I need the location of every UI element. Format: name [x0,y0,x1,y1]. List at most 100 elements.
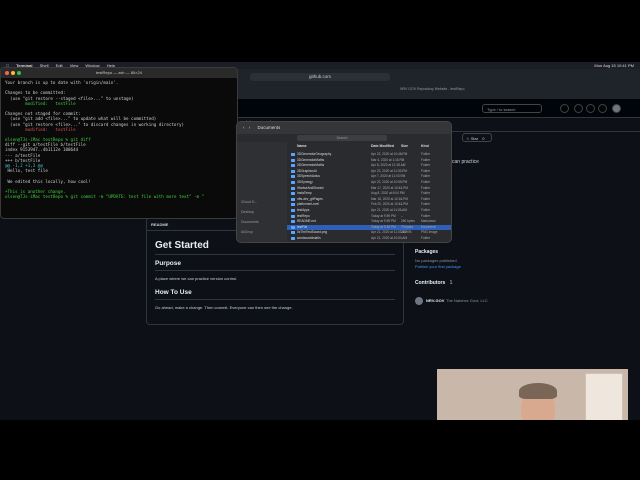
file-row[interactable]: 3DSynergy Apr 22, 2020 at 10:59 PM -- Folde… [287,180,451,185]
contributor-avatar[interactable] [415,297,423,305]
avatar[interactable] [612,104,621,113]
finder-sidebar: iCloud D... Desktop Documents Ai/Drop [237,142,287,242]
column-kind[interactable]: Kind [421,144,429,148]
file-size: -- [401,157,404,162]
pull-requests-icon[interactable] [586,104,595,113]
sidebar-item-airdrop[interactable]: Ai/Drop [241,230,253,234]
file-size: -- [401,196,404,201]
file-kind: PNG image [421,230,438,235]
browser-tab[interactable]: NRV GOV Repository Website - testRepo [400,86,580,92]
packages-heading[interactable]: Packages [415,249,438,255]
file-kind: Document [421,224,436,229]
folder-icon [291,158,295,162]
folder-icon [291,231,295,235]
star-icon: ☆ [466,136,470,141]
readme-heading-purpose: Purpose [155,260,182,267]
file-row[interactable]: 3DSpeechActus Apr 7, 2020 at 11:03 PM -- Fo… [287,174,451,179]
contributor-org: The Natchez Govt, LLC [446,298,488,303]
sidebar-item-icloud[interactable]: iCloud D... [241,200,257,204]
contributors-count: 1 [449,280,453,286]
contributor-name[interactable]: NRV-GOV [426,298,444,303]
about-description: can practice [452,159,479,165]
file-row[interactable]: testFile Today at 9:39 PM 79 bytes Document [287,224,451,230]
readme-heading-how-to-use: How To Use [155,289,192,296]
file-row[interactable]: 3DGeneratorMaths Mar 4, 2020 at 1:16 PM --… [287,158,451,163]
file-row[interactable]: nfts-dev_ghPages Mar 18, 2020 at 10:16 PM… [287,197,451,202]
file-row[interactable]: 0sTheTestSound.png Apr 21, 2020 at 11:03 … [287,230,451,235]
door-background [585,373,623,420]
folder-icon [291,175,295,179]
file-name: iHarborAndShared [297,185,324,190]
finder-search-input[interactable]: Search [297,135,387,141]
back-icon[interactable]: ‹ [243,125,245,130]
finder-window[interactable]: ‹ › Documents Search iCloud D... Desktop… [236,121,452,243]
file-row[interactable]: 3DGeneratorGeography Apr 22, 2020 at 10:4… [287,152,451,157]
menu-clock[interactable]: Mon Aug 15 10:41 PM [594,62,634,69]
file-name: README.md [297,219,316,224]
file-size: -- [401,185,404,190]
column-name[interactable]: Name [297,144,307,148]
file-row[interactable]: README.md Today at 9:59 PM 260 bytes Markdo… [287,219,451,224]
file-row[interactable]: platformerLevel Feb 20, 2020 at 10:43 PM -… [287,202,451,207]
file-size: -- [401,236,404,240]
file-kind: Folder [421,152,431,156]
inbox-icon[interactable] [598,104,607,113]
file-row[interactable]: InstaTemp Aug 8, 2020 at 6:04 PM -- Folder [287,191,451,196]
file-name: 0sTheTestSound.png [297,230,328,235]
file-kind: Folder [421,180,431,184]
file-size: -- [401,174,404,179]
readme-text-purpose: A place where we can practice version co… [155,276,238,281]
folder-icon [291,197,295,201]
finder-toolbar: ‹ › Documents [237,122,451,134]
file-size: -- [401,163,404,168]
file-name: 3DSpeechActus [297,174,320,179]
column-size[interactable]: Size [401,144,408,148]
minimize-icon[interactable] [11,71,15,75]
file-name: testFile [297,224,308,229]
file-date: Today at 9:59 PM [371,213,396,218]
file-row[interactable]: testRepo Today at 9:59 PM -- Folder [287,214,451,219]
file-row[interactable]: 3DGraphicsUI Apr 22, 2020 at 11:32 PM -- Fo… [287,169,451,174]
file-date: Mar 4, 2020 at 1:16 PM [371,157,405,162]
file-kind: Folder [421,185,431,190]
folder-icon [291,237,295,240]
github-search-input[interactable]: Type / to search [482,104,542,113]
contributors-label: Contributors [415,280,446,286]
sidebar-item-documents[interactable]: Documents [241,220,259,224]
forward-icon[interactable]: › [249,125,251,130]
issues-icon[interactable] [574,104,583,113]
publish-package-link[interactable]: Publish your first package [415,264,461,269]
file-row[interactable]: wordsworldslatin Apr 21, 2020 at 10:53 AM… [287,236,451,241]
file-date: Aug 8, 2020 at 6:04 PM [371,191,405,196]
file-row[interactable]: testApps Apr 21, 2020 at 11:26 AM -- Folder [287,208,451,213]
sidebar-item-desktop[interactable]: Desktop [241,210,254,214]
folder-icon [291,209,295,212]
address-bar[interactable]: github.com [250,73,390,81]
star-button[interactable]: ☆ Star 0 [462,133,492,142]
folder-icon [291,186,295,190]
column-date[interactable]: Date Modified [371,144,394,148]
readme-tab[interactable]: README [151,222,168,227]
folder-icon [291,181,295,184]
file-name: InstaTemp [297,191,312,196]
file-size: -- [401,168,404,173]
file-kind: Folder [421,196,431,201]
star-label: Star [470,136,479,141]
zoom-icon[interactable] [17,71,21,75]
file-size: 260 bytes [401,219,415,224]
finder-title: Documents [257,125,281,130]
divider [155,299,395,300]
close-icon[interactable] [5,71,9,75]
plus-icon[interactable] [560,104,569,113]
readme-title: Get Started [155,240,209,251]
file-name: 3DGeneratorGeography [297,152,332,156]
file-date: Today at 9:59 PM [371,219,396,224]
contributors-heading[interactable]: Contributors 1 [415,280,452,286]
finder-file-list: Name Date Modified Size Kind 3DGenerator… [287,142,451,242]
file-row[interactable]: 3DGeneratorMaths Apr 8, 2020 at 12:18 AM -… [287,163,451,168]
file-row[interactable]: iHarborAndShared Mar 17, 2020 at 10:43 PM… [287,186,451,191]
terminal-window[interactable]: testRepo — zsh — 80×24 Your branch is up… [0,67,238,219]
file-name: testApps [297,208,310,212]
terminal-line: olsen@TJs-iMac testRepo % git commit -m … [5,194,205,200]
terminal-output[interactable]: Your branch is up to date with 'origin/m… [5,80,233,199]
